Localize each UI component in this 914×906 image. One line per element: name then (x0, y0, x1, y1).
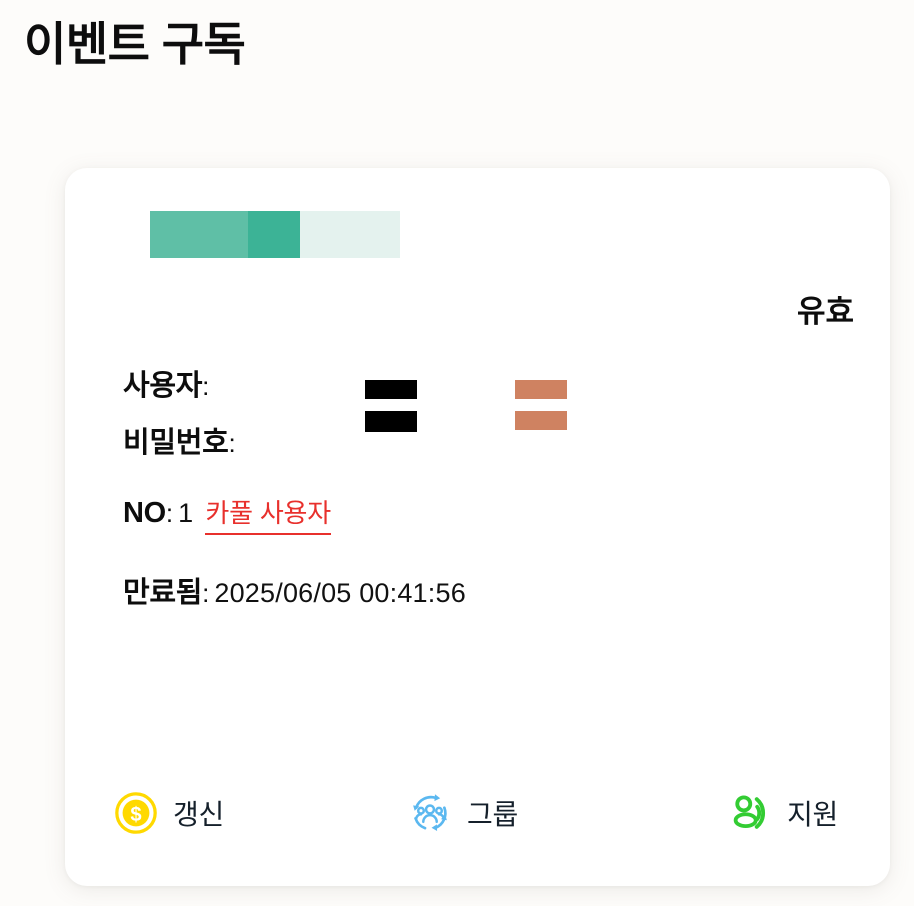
subscription-card: 유효 사용자 : 비밀번호 : NO : 1 카풀 사용자 만료됨: 2025… (65, 168, 890, 886)
field-colon-no: : (165, 498, 174, 528)
coin-dollar-icon: $ (115, 792, 157, 834)
page-title: 이벤트 구독 (24, 18, 246, 70)
usage-progress-bar (150, 211, 400, 258)
field-row-no: NO : 1 카풀 사용자 (123, 493, 863, 535)
field-label-user: 사용자 (123, 370, 203, 402)
field-row-password: 비밀번호 : (123, 411, 863, 461)
usage-segment-3 (247, 211, 300, 258)
usage-segment-4 (300, 211, 400, 258)
svg-text:$: $ (130, 804, 141, 826)
redaction-block-user-secondary (515, 380, 567, 399)
field-row-user: 사용자 : (123, 362, 863, 404)
support-person-icon (733, 795, 766, 829)
field-label-no: NO (123, 497, 166, 529)
group-label: 그룹 (467, 799, 518, 830)
field-label-expiry: 만료됨 (123, 577, 203, 609)
field-value-no: 1 (178, 498, 194, 528)
status-badge: 유효 (796, 294, 854, 329)
field-colon-expiry: : (202, 578, 210, 608)
group-refresh-icon (413, 794, 447, 832)
redaction-block-password-primary (365, 411, 417, 432)
group-button[interactable]: 그룹 (224, 790, 727, 836)
carpool-user-tag[interactable]: 카풀 사용자 (205, 493, 331, 535)
field-label-password: 비밀번호 (123, 427, 229, 459)
field-value-expiry: 2025/06/05 00:41:56 (214, 578, 466, 608)
renew-label: 갱신 (173, 799, 224, 830)
support-button[interactable]: 지원 (727, 790, 838, 836)
support-label: 지원 (787, 799, 838, 830)
usage-segment-2 (212, 211, 248, 258)
redaction-block-password-secondary (515, 411, 567, 430)
field-colon-user: : (202, 371, 210, 401)
card-actions: $ 갱신 그룹 지원 (65, 790, 890, 836)
field-colon-password: : (228, 428, 236, 458)
renew-button[interactable]: $ 갱신 (113, 790, 224, 836)
field-row-expiry: 만료됨 : 2025/06/05 00:41:56 (123, 569, 863, 611)
usage-segment-1 (150, 211, 213, 258)
subscription-details: 사용자 : 비밀번호 : NO : 1 카풀 사용자 만료됨 : 2025/06… (123, 362, 863, 611)
redaction-block-user-primary (365, 380, 417, 399)
